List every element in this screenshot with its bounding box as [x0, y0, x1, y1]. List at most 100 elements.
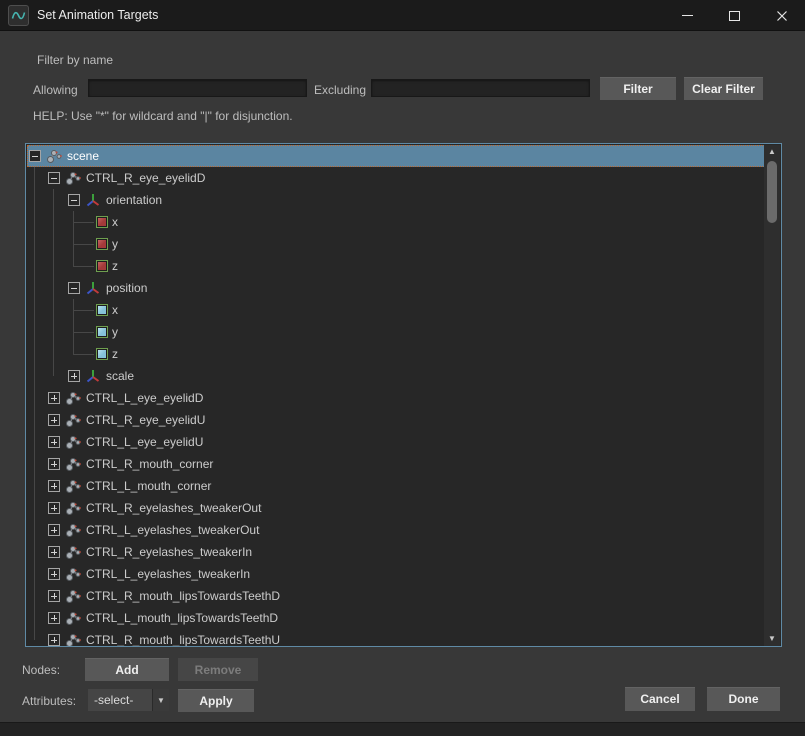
transform-axis-icon — [85, 192, 101, 208]
tree-row-label: CTRL_R_mouth_lipsTowardsTeethD — [84, 589, 280, 603]
attributes-label: Attributes: — [22, 694, 76, 708]
tree-row[interactable]: CTRL_R_mouth_lipsTowardsTeethU — [27, 629, 765, 646]
filter-section-label: Filter by name — [37, 53, 113, 67]
filter-button[interactable]: Filter — [600, 77, 676, 100]
scrollbar-thumb[interactable] — [767, 161, 777, 223]
attribute-checkbox-icon — [96, 348, 108, 360]
tree-row-label: CTRL_L_eye_eyelidD — [84, 391, 203, 405]
tree-row[interactable]: CTRL_L_mouth_lipsTowardsTeethD — [27, 607, 765, 629]
tree-row-label: scale — [104, 369, 134, 383]
tree-row-label: CTRL_L_eyelashes_tweakerOut — [84, 523, 259, 537]
tree-row[interactable]: y — [27, 233, 765, 255]
close-button[interactable] — [758, 0, 805, 31]
tree-row[interactable]: y — [27, 321, 765, 343]
expand-icon[interactable] — [48, 590, 60, 602]
tree-row[interactable]: CTRL_R_mouth_corner — [27, 453, 765, 475]
tree-row-label: CTRL_L_mouth_corner — [84, 479, 211, 493]
tree-row[interactable]: x — [27, 211, 765, 233]
joint-node-icon — [65, 434, 81, 450]
tree-row-label: y — [110, 237, 118, 251]
tree-row-label: CTRL_R_eye_eyelidU — [84, 413, 205, 427]
attribute-checkbox-icon — [96, 216, 108, 228]
clear-filter-button[interactable]: Clear Filter — [684, 77, 763, 100]
scrollbar-up-icon[interactable]: ▲ — [764, 145, 780, 159]
remove-nodes-button[interactable]: Remove — [178, 658, 258, 681]
tree-row[interactable]: scene — [27, 145, 765, 167]
tree-row-label: position — [104, 281, 147, 295]
cancel-button[interactable]: Cancel — [625, 687, 695, 711]
expand-icon[interactable] — [48, 524, 60, 536]
attribute-checkbox-icon — [96, 326, 108, 338]
joint-node-icon — [46, 148, 62, 164]
joint-node-icon — [65, 412, 81, 428]
titlebar[interactable]: Set Animation Targets — [0, 0, 805, 31]
tree-row[interactable]: x — [27, 299, 765, 321]
tree-row[interactable]: CTRL_R_eyelashes_tweakerIn — [27, 541, 765, 563]
tree-row-label: CTRL_L_mouth_lipsTowardsTeethD — [84, 611, 278, 625]
tree-row-label: x — [110, 215, 118, 229]
expand-icon[interactable] — [48, 546, 60, 558]
expand-icon[interactable] — [48, 480, 60, 492]
expand-icon[interactable] — [48, 568, 60, 580]
tree-view[interactable]: sceneCTRL_R_eye_eyelidDorientationxyzpos… — [25, 143, 782, 647]
joint-node-icon — [65, 456, 81, 472]
tree-row-label: CTRL_R_mouth_lipsTowardsTeethU — [84, 633, 280, 646]
collapse-icon[interactable] — [48, 172, 60, 184]
minimize-icon — [682, 15, 693, 16]
joint-node-icon — [65, 170, 81, 186]
tree-row[interactable]: CTRL_L_eye_eyelidU — [27, 431, 765, 453]
tree-row[interactable]: CTRL_R_eyelashes_tweakerOut — [27, 497, 765, 519]
window-title: Set Animation Targets — [37, 0, 158, 31]
joint-node-icon — [65, 390, 81, 406]
help-text: HELP: Use "*" for wildcard and "|" for d… — [33, 109, 293, 123]
maximize-button[interactable] — [711, 0, 758, 31]
expand-icon[interactable] — [48, 502, 60, 514]
transform-axis-icon — [85, 280, 101, 296]
tree-row[interactable]: scale — [27, 365, 765, 387]
tree-row[interactable]: CTRL_L_eye_eyelidD — [27, 387, 765, 409]
attribute-checkbox-icon — [96, 304, 108, 316]
expand-icon[interactable] — [48, 458, 60, 470]
tree-row-label: CTRL_R_eye_eyelidD — [84, 171, 205, 185]
expand-icon[interactable] — [48, 414, 60, 426]
collapse-icon[interactable] — [68, 282, 80, 294]
joint-node-icon — [65, 588, 81, 604]
tree-row[interactable]: z — [27, 343, 765, 365]
apply-attributes-button[interactable]: Apply — [178, 689, 254, 712]
tree-row[interactable]: CTRL_L_eyelashes_tweakerOut — [27, 519, 765, 541]
tree-row-label: z — [110, 259, 118, 273]
tree-row[interactable]: CTRL_R_eye_eyelidU — [27, 409, 765, 431]
tree-row[interactable]: CTRL_R_eye_eyelidD — [27, 167, 765, 189]
expand-icon[interactable] — [68, 370, 80, 382]
excluding-input[interactable] — [371, 79, 590, 97]
done-button[interactable]: Done — [707, 687, 780, 711]
expand-icon[interactable] — [48, 634, 60, 646]
tree-row[interactable]: orientation — [27, 189, 765, 211]
attributes-select[interactable]: -select- — [88, 689, 152, 711]
joint-node-icon — [65, 522, 81, 538]
collapse-icon[interactable] — [29, 150, 41, 162]
minimize-button[interactable] — [664, 0, 711, 31]
scrollbar-down-icon[interactable]: ▼ — [764, 632, 780, 646]
add-nodes-button[interactable]: Add — [85, 658, 169, 681]
nodes-label: Nodes: — [22, 663, 60, 677]
allowing-input[interactable] — [88, 79, 307, 97]
tree-scrollbar[interactable]: ▲ ▼ — [764, 145, 780, 646]
tree-row-label: scene — [65, 149, 99, 163]
tree-row[interactable]: position — [27, 277, 765, 299]
expand-icon[interactable] — [48, 436, 60, 448]
joint-node-icon — [65, 544, 81, 560]
tree-row[interactable]: CTRL_L_mouth_corner — [27, 475, 765, 497]
expand-icon[interactable] — [48, 392, 60, 404]
tree-row[interactable]: CTRL_R_mouth_lipsTowardsTeethD — [27, 585, 765, 607]
tree-row-label: CTRL_L_eyelashes_tweakerIn — [84, 567, 250, 581]
chevron-down-icon[interactable]: ▼ — [152, 689, 169, 711]
tree-row[interactable]: z — [27, 255, 765, 277]
tree-row[interactable]: CTRL_L_eyelashes_tweakerIn — [27, 563, 765, 585]
collapse-icon[interactable] — [68, 194, 80, 206]
window-controls — [664, 0, 805, 31]
tree-row-label: CTRL_R_eyelashes_tweakerIn — [84, 545, 252, 559]
joint-node-icon — [65, 478, 81, 494]
excluding-label: Excluding — [314, 83, 366, 97]
expand-icon[interactable] — [48, 612, 60, 624]
